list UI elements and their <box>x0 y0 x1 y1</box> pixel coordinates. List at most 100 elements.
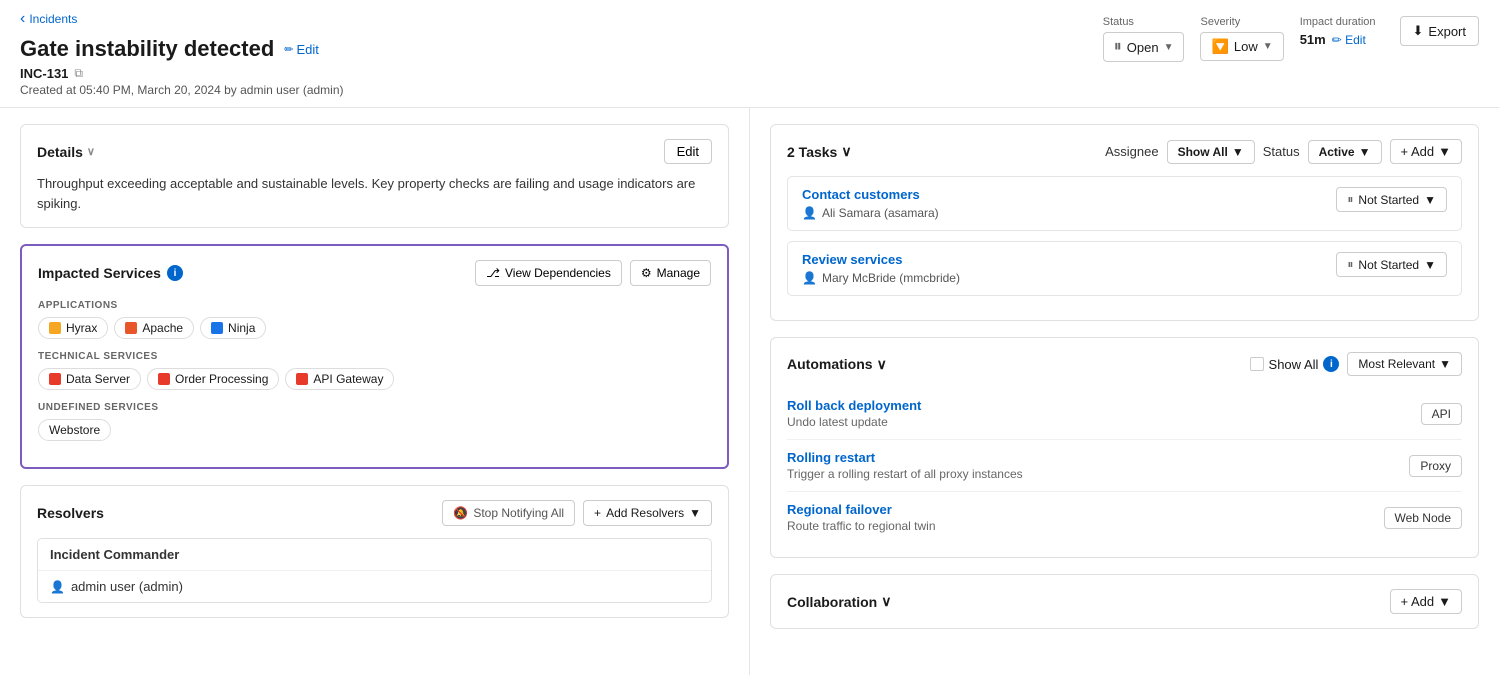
automation-title-rolling[interactable]: Rolling restart <box>787 450 1409 465</box>
list-item[interactable]: Webstore <box>38 419 111 441</box>
details-section: Details ∨ Edit Throughput exceeding acce… <box>20 124 729 228</box>
details-chevron: ∨ <box>87 145 95 158</box>
view-dependencies-button[interactable]: ⎇ View Dependencies <box>475 260 622 286</box>
incident-id: INC-131 <box>20 66 68 81</box>
collaboration-chevron: ∨ <box>881 593 891 610</box>
status-filter-label: Status <box>1263 144 1300 159</box>
task-status-button-review[interactable]: ⏸ Not Started ▼ <box>1336 252 1447 277</box>
manage-icon: ⚙ <box>641 266 652 280</box>
add-dropdown-arrow: ▼ <box>689 506 701 520</box>
automation-desc-failover: Route traffic to regional twin <box>787 519 1384 533</box>
impacted-info-icon[interactable]: i <box>167 265 183 281</box>
list-item[interactable]: API Gateway <box>285 368 394 390</box>
incident-edit-link[interactable]: Edit <box>284 42 319 57</box>
task-assignee-review: 👤 Mary McBride (mmcbride) <box>802 271 960 285</box>
assignee-filter-button[interactable]: Show All ▼ <box>1167 140 1255 164</box>
task-title-review[interactable]: Review services <box>802 252 960 267</box>
severity-dropdown-arrow: ▼ <box>1263 41 1273 52</box>
collab-add-dropdown-arrow: ▼ <box>1438 594 1451 609</box>
add-task-dropdown-arrow: ▼ <box>1438 144 1451 159</box>
impact-edit-link[interactable]: ✏ Edit <box>1332 33 1366 47</box>
status-label: Status <box>1103 16 1185 28</box>
undefined-label: UNDEFINED SERVICES <box>38 402 711 413</box>
copy-icon[interactable]: ⧉ <box>74 66 83 81</box>
list-item[interactable]: Hyrax <box>38 317 108 339</box>
task-status-arrow: ▼ <box>1424 258 1436 272</box>
status-dropdown-btn[interactable]: ⏸ Open ▼ <box>1103 32 1185 62</box>
list-item: 👤 admin user (admin) <box>38 571 711 602</box>
plus-icon: + <box>594 506 601 520</box>
automations-section: Automations ∨ Show All i Most Relevant ▼ <box>770 337 1479 558</box>
automation-tag-proxy: Proxy <box>1409 455 1462 477</box>
export-button[interactable]: ⬇ Export <box>1400 16 1479 46</box>
impact-value: 51m <box>1300 32 1326 47</box>
list-item[interactable]: Apache <box>114 317 194 339</box>
collaboration-section: Collaboration ∨ + Add ▼ <box>770 574 1479 629</box>
ninja-icon <box>211 322 223 334</box>
impacted-title: Impacted Services i <box>38 265 183 281</box>
table-row: Roll back deployment Undo latest update … <box>787 388 1462 440</box>
tasks-title: 2 Tasks ∨ <box>787 143 852 160</box>
applications-group: APPLICATIONS Hyrax Apache Ninja <box>38 300 711 339</box>
automation-desc-rollback: Undo latest update <box>787 415 1421 429</box>
resolver-group: Incident Commander 👤 admin user (admin) <box>37 538 712 603</box>
automation-title-rollback[interactable]: Roll back deployment <box>787 398 1421 413</box>
status-dropdown-arrow: ▼ <box>1359 145 1371 159</box>
undefined-services-group: UNDEFINED SERVICES Webstore <box>38 402 711 441</box>
list-item[interactable]: Data Server <box>38 368 141 390</box>
status-filter-button[interactable]: Active ▼ <box>1308 140 1382 164</box>
add-task-button[interactable]: + Add ▼ <box>1390 139 1463 164</box>
technical-label: TECHNICAL SERVICES <box>38 351 711 362</box>
task-status-arrow: ▼ <box>1424 193 1436 207</box>
person-icon: 👤 <box>802 271 817 285</box>
most-relevant-button[interactable]: Most Relevant ▼ <box>1347 352 1462 376</box>
status-dropdown-arrow: ▼ <box>1164 42 1174 53</box>
person-icon: 👤 <box>50 580 65 594</box>
table-row: Regional failover Route traffic to regio… <box>787 492 1462 543</box>
list-item[interactable]: Ninja <box>200 317 266 339</box>
manage-button[interactable]: ⚙ Manage <box>630 260 711 286</box>
resolvers-title: Resolvers <box>37 505 104 521</box>
collaboration-add-button[interactable]: + Add ▼ <box>1390 589 1463 614</box>
details-title: Details ∨ <box>37 144 95 160</box>
back-link[interactable]: Incidents <box>20 10 77 28</box>
show-all-checkbox-label[interactable]: Show All i <box>1250 356 1340 372</box>
api-gateway-icon <box>296 373 308 385</box>
hyrax-icon <box>49 322 61 334</box>
automation-title-failover[interactable]: Regional failover <box>787 502 1384 517</box>
task-title-contact[interactable]: Contact customers <box>802 187 939 202</box>
stop-notifying-all-button[interactable]: 🔕 Stop Notifying All <box>442 500 575 526</box>
status-icon: ⏸ <box>1347 257 1353 272</box>
details-edit-button[interactable]: Edit <box>664 139 712 164</box>
apache-icon <box>125 322 137 334</box>
automations-info-icon[interactable]: i <box>1323 356 1339 372</box>
table-row: Review services 👤 Mary McBride (mmcbride… <box>787 241 1462 296</box>
status-icon: ⏸ <box>1347 192 1353 207</box>
severity-dropdown-btn[interactable]: 🔽 Low ▼ <box>1200 32 1283 61</box>
bell-icon: 🔕 <box>453 506 468 520</box>
show-all-checkbox[interactable] <box>1250 357 1264 371</box>
automations-title: Automations ∨ <box>787 356 887 373</box>
impact-duration-label: Impact duration <box>1300 16 1376 28</box>
collaboration-title: Collaboration ∨ <box>787 593 891 610</box>
order-processing-icon <box>158 373 170 385</box>
task-assignee-contact: 👤 Ali Samara (asamara) <box>802 206 939 220</box>
resolvers-section: Resolvers 🔕 Stop Notifying All + Add Res… <box>20 485 729 618</box>
applications-label: APPLICATIONS <box>38 300 711 311</box>
incident-title: Gate instability detected <box>20 36 274 62</box>
automation-desc-rolling: Trigger a rolling restart of all proxy i… <box>787 467 1409 481</box>
automations-chevron: ∨ <box>877 356 887 373</box>
assignee-filter-label: Assignee <box>1105 144 1158 159</box>
severity-label: Severity <box>1200 16 1283 28</box>
person-icon: 👤 <box>802 206 817 220</box>
table-row: Contact customers 👤 Ali Samara (asamara)… <box>787 176 1462 231</box>
task-status-button-contact[interactable]: ⏸ Not Started ▼ <box>1336 187 1447 212</box>
data-server-icon <box>49 373 61 385</box>
incident-meta: Created at 05:40 PM, March 20, 2024 by a… <box>20 83 1103 97</box>
list-item[interactable]: Order Processing <box>147 368 279 390</box>
dependencies-icon: ⎇ <box>486 266 500 280</box>
undefined-tags: Webstore <box>38 419 711 441</box>
tasks-section: 2 Tasks ∨ Assignee Show All ▼ Status Act… <box>770 124 1479 321</box>
technical-tags: Data Server Order Processing API Gateway <box>38 368 711 390</box>
add-resolvers-button[interactable]: + Add Resolvers ▼ <box>583 500 712 526</box>
